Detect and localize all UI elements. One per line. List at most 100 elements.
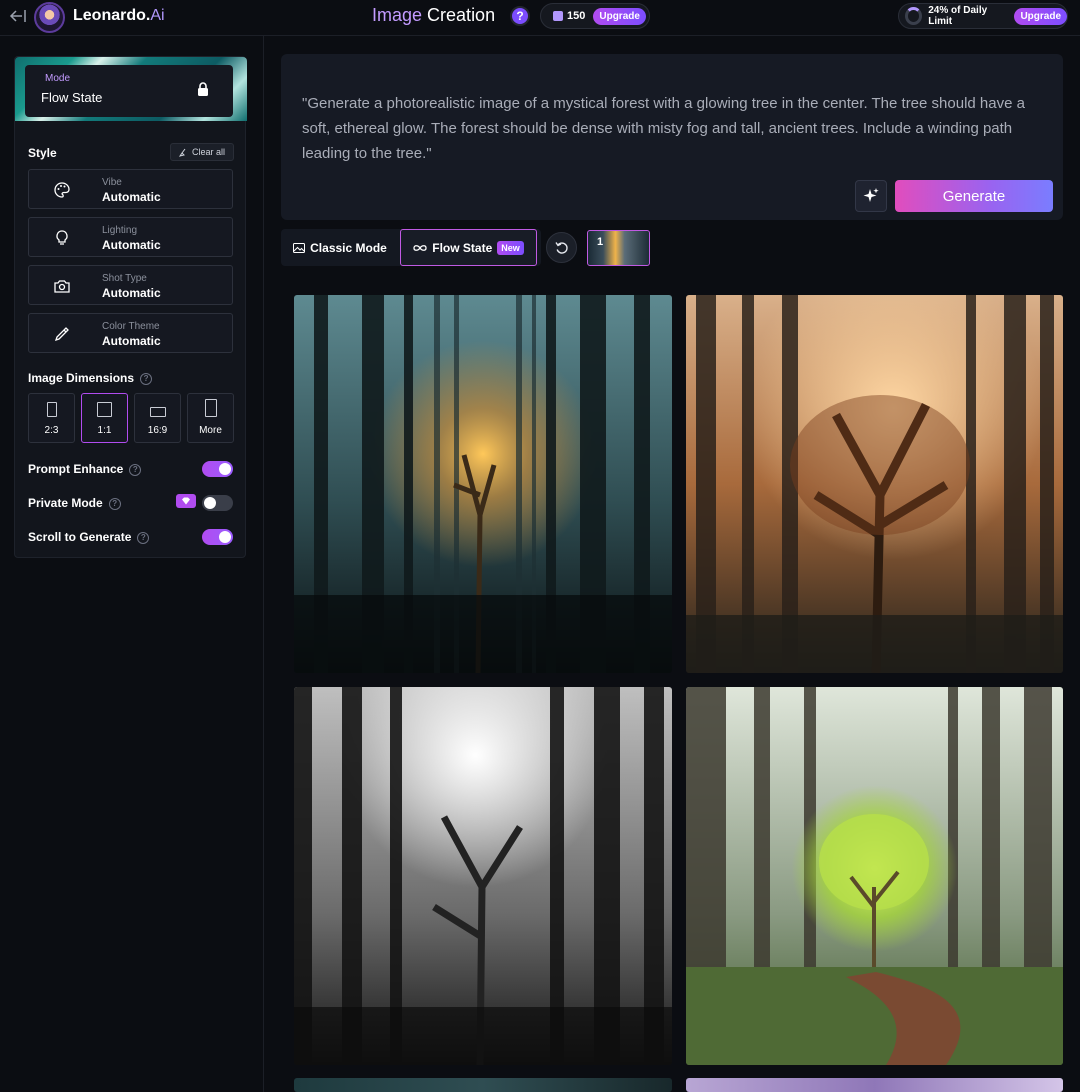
infinity-icon [413, 244, 427, 251]
toggle-knob [219, 463, 231, 475]
private-mode-toggle[interactable] [202, 495, 233, 511]
scroll-to-generate-text: Scroll to Generate [28, 530, 132, 544]
help-icon[interactable]: ? [129, 463, 142, 476]
generated-image-1[interactable] [294, 295, 672, 673]
dimension-1-1[interactable]: 1:1 [81, 393, 128, 443]
image-icon [293, 243, 306, 253]
daily-limit-text: 24% of Daily Limit [928, 5, 988, 27]
top-bar: Leonardo.Ai Image Creation ? 150 Upgrade… [0, 0, 1080, 36]
toggle-knob [219, 531, 231, 543]
style-option-label: Lighting [102, 225, 138, 236]
limit-upgrade-button[interactable]: Upgrade [1014, 7, 1067, 25]
image-dimensions-heading: Image Dimensions? [28, 371, 153, 385]
prompt-panel: "Generate a photorealistic image of a my… [281, 54, 1063, 220]
scroll-to-generate-row: Scroll to Generate? [28, 527, 233, 547]
style-option-vibe[interactable]: Vibe Automatic [28, 169, 233, 209]
mode-tabs: Classic Mode Flow State New [281, 229, 541, 266]
style-option-label: Color Theme [102, 321, 160, 332]
token-count: 150 [567, 10, 586, 22]
scroll-to-generate-label: Scroll to Generate? [28, 530, 150, 544]
prompt-input[interactable]: "Generate a photorealistic image of a my… [302, 91, 1037, 166]
help-icon[interactable]: ? [140, 372, 153, 385]
token-balance[interactable]: 150 Upgrade [540, 3, 650, 29]
mode-value: Flow State [41, 90, 103, 105]
tab-classic-label: Classic Mode [310, 240, 387, 255]
mode-selector[interactable]: Mode Flow State [25, 65, 233, 117]
palette-icon [54, 182, 70, 198]
generated-image-2[interactable] [686, 295, 1063, 673]
brand-name: Leonardo. [73, 7, 151, 24]
toggle-knob [204, 497, 216, 509]
prompt-enhance-toggle[interactable] [202, 461, 233, 477]
tab-classic-mode[interactable]: Classic Mode [281, 229, 399, 266]
generated-image-5[interactable] [294, 1078, 672, 1092]
help-icon[interactable]: ? [510, 6, 530, 26]
reset-button[interactable] [546, 232, 577, 263]
square-ratio-icon [97, 402, 112, 417]
generated-image-3[interactable] [294, 687, 672, 1065]
batch-thumbnail[interactable]: 1 [587, 230, 650, 266]
sparkle-icon [863, 188, 879, 202]
dimension-more[interactable]: More [187, 393, 234, 443]
prompt-enhance-row: Prompt Enhance? [28, 459, 233, 479]
page-title-word2: Creation [427, 5, 496, 25]
style-option-color-theme[interactable]: Color Theme Automatic [28, 313, 233, 353]
dimension-2-3[interactable]: 2:3 [28, 393, 75, 443]
style-option-label: Vibe [102, 177, 122, 188]
dimension-label: 2:3 [44, 425, 59, 436]
landscape-ratio-icon [149, 407, 166, 417]
brand-logo[interactable]: Leonardo.Ai [73, 7, 165, 25]
daily-limit[interactable]: 24% of Daily Limit Upgrade [898, 3, 1068, 29]
clear-all-button[interactable]: Clear all [170, 143, 234, 161]
page-title-word1: Image [372, 5, 423, 25]
tab-flow-label: Flow State [432, 240, 493, 255]
style-heading: Style [28, 146, 57, 160]
help-icon[interactable]: ? [108, 497, 121, 510]
upgrade-button[interactable]: Upgrade [593, 7, 646, 25]
prompt-enhance-text: Prompt Enhance [28, 462, 124, 476]
prompt-enhance-label: Prompt Enhance? [28, 462, 142, 476]
style-option-value: Automatic [102, 238, 161, 252]
batch-count: 1 [597, 236, 604, 248]
style-option-value: Automatic [102, 334, 161, 348]
style-option-value: Automatic [102, 190, 161, 204]
style-option-label: Shot Type [102, 273, 147, 284]
lightbulb-icon [56, 230, 68, 245]
new-badge: New [497, 240, 524, 255]
scroll-to-generate-toggle[interactable] [202, 529, 233, 545]
generated-image-6[interactable] [686, 1078, 1063, 1092]
collapse-sidebar-icon[interactable] [8, 6, 30, 26]
prompt-magic-button[interactable] [855, 180, 887, 212]
camera-icon [54, 280, 70, 293]
broom-icon [178, 148, 186, 157]
brand-avatar[interactable] [34, 2, 65, 33]
help-icon[interactable]: ? [137, 531, 150, 544]
style-option-lighting[interactable]: Lighting Automatic [28, 217, 233, 257]
token-icon [553, 11, 563, 21]
page-title: Image Creation [372, 5, 495, 26]
more-ratios-icon [204, 399, 217, 417]
portrait-ratio-icon [46, 402, 57, 417]
eyedropper-icon [54, 327, 69, 342]
lock-icon [198, 82, 208, 96]
mode-card[interactable]: Mode Flow State [15, 57, 247, 121]
image-dimensions-label: Image Dimensions [28, 371, 135, 385]
generate-button[interactable]: Generate [895, 180, 1053, 212]
private-mode-row: Private Mode? [28, 493, 233, 513]
dimension-16-9[interactable]: 16:9 [134, 393, 181, 443]
private-mode-label: Private Mode? [28, 496, 121, 510]
settings-sidebar: Mode Flow State Style Clear all Vibe Aut… [14, 56, 247, 558]
dimension-label: More [199, 425, 222, 436]
refresh-icon [554, 241, 568, 254]
brand-suffix: Ai [150, 7, 165, 24]
private-mode-text: Private Mode [28, 496, 103, 510]
dimension-label: 16:9 [147, 425, 168, 436]
generated-image-4[interactable] [686, 687, 1063, 1065]
mode-label: Mode [45, 73, 71, 84]
style-option-value: Automatic [102, 286, 161, 300]
premium-gem-icon [176, 494, 196, 508]
daily-limit-progress-icon [905, 7, 923, 25]
sidebar-divider [263, 36, 264, 1092]
style-option-shot-type[interactable]: Shot Type Automatic [28, 265, 233, 305]
tab-flow-state[interactable]: Flow State New [400, 229, 537, 266]
